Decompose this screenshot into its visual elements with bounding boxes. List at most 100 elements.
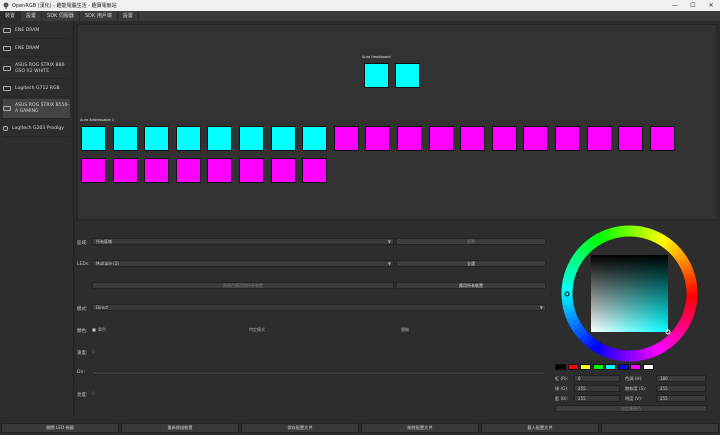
led-square[interactable] [460,126,486,151]
radio-single-color[interactable]: 單色 [92,327,106,333]
color-swatch[interactable] [580,364,591,370]
color-swatch[interactable] [592,364,604,370]
leds-select[interactable]: Multiple (2) ▼ [92,260,394,267]
device-item[interactable]: Logitech G203 Prodigy [3,121,70,137]
led-square[interactable] [555,126,580,151]
r-spinbox[interactable]: 0 [574,375,620,382]
radio-mode-specific[interactable]: 特定模式 [249,327,265,333]
v-value: 255 [660,396,668,401]
led-square[interactable] [302,126,328,151]
v-spinbox[interactable]: 255 [656,395,706,402]
led-square[interactable] [397,126,422,151]
led-square[interactable] [175,158,201,183]
led-square[interactable] [144,126,170,151]
mode-select[interactable]: Direct ▼ [92,304,546,311]
direction-slider[interactable] [92,371,546,375]
color-swatch[interactable] [630,364,641,370]
led-square[interactable] [81,158,106,183]
maximize-button[interactable]: ☐ [684,2,702,9]
device-item[interactable]: ENE DRAM [3,41,70,57]
profile-select[interactable] [601,423,719,433]
device-list: ENE DRAM ENE DRAM ASUS ROG STRIX B86 GSO… [0,21,74,417]
color-wheel[interactable] [552,222,717,362]
tab-sdk-server[interactable]: SDK 伺服器 [42,11,80,21]
keyboard-icon [3,86,11,91]
select-all-button[interactable]: 全選 [396,260,546,267]
close-button[interactable]: ✕ [702,2,720,9]
led-square[interactable] [239,126,264,151]
color-label: 顏色: [77,329,88,334]
led-square[interactable] [428,126,454,151]
zone-label-addressable: Aura Addressable 1 [80,118,115,122]
rescan-devices-button[interactable]: 重新掃描裝置 [121,423,239,433]
led-square[interactable] [302,158,328,183]
toggle-led-view-button[interactable]: 開關 LED 視圖 [1,423,119,433]
minimize-button[interactable]: — [666,2,684,9]
dir-label: Dir: [77,370,86,375]
delete-profile-button[interactable]: 刪除配置文件 [361,423,479,433]
tab-devices[interactable]: 裝置 [0,11,22,21]
apply-all-devices-button[interactable]: 將顏色應用到所有裝置 [92,282,394,289]
led-square[interactable] [112,126,138,151]
mouse-icon [3,126,8,131]
h-spinbox[interactable]: 180 [656,375,706,382]
led-square[interactable] [523,126,549,151]
led-square[interactable] [239,158,264,183]
device-label: ASUS ROG STRIX B86 GSO X2 WHITE [15,63,65,74]
apply-selected-button[interactable]: 應用所有裝置 [396,282,546,289]
led-square[interactable] [207,126,233,151]
color-swatch[interactable] [567,364,579,370]
app-logo-icon [3,2,9,9]
zone-label: 區域: [77,241,88,246]
led-square[interactable] [175,126,201,151]
color-swatch[interactable] [555,364,566,370]
color-swatch[interactable] [642,364,654,370]
led-square[interactable] [364,63,389,88]
leds-label: LEDs: [77,262,90,267]
resize-button[interactable]: 調整 [396,238,546,245]
led-square[interactable] [270,158,296,183]
b-spinbox[interactable]: 255 [574,395,620,402]
h-value: 180 [660,376,668,381]
led-square[interactable] [144,158,170,183]
tab-settings-2[interactable]: 設置 [118,11,139,21]
main-tabs: 裝置 設置 SDK 伺服器 SDK 用戶端 設置 [0,11,720,21]
saturation-value-shade [591,255,668,332]
device-label: ASUS ROG STRIX B550-A GAMING [15,103,70,114]
radio-label: 隨機 [401,327,409,332]
speed-label: 速度: [77,351,88,356]
led-square[interactable] [112,158,138,183]
device-label: Logitech G203 Prodigy [12,125,64,131]
load-profile-button[interactable]: 載入配置文件 [481,423,599,433]
s-value: 255 [660,386,668,391]
led-view: Aura Headboard Aura Addressable 1 [77,24,717,220]
g-spinbox[interactable]: 255 [574,385,620,392]
save-profile-button[interactable]: 保存配置文件 [241,423,359,433]
led-square[interactable] [207,158,233,183]
radio-random[interactable]: 隨機 [401,327,409,333]
custom-color-button[interactable]: 自定義顏色 [555,405,707,412]
led-square[interactable] [270,126,296,151]
device-item[interactable]: Logitech G712 RGB [3,81,70,97]
leds-select-value: Multiple (2) [96,261,119,266]
tab-settings[interactable]: 設置 [21,11,43,21]
radio-dot [92,328,96,332]
led-square[interactable] [649,126,675,151]
color-swatch[interactable] [605,364,616,370]
led-square[interactable] [491,126,517,151]
color-swatch[interactable] [617,364,629,370]
led-square[interactable] [333,126,359,151]
led-square[interactable] [81,126,106,151]
led-square[interactable] [586,126,612,151]
led-square[interactable] [618,126,644,151]
device-item[interactable]: ENE DRAM [3,23,70,39]
s-spinbox[interactable]: 255 [656,385,706,392]
led-square[interactable] [365,126,391,151]
led-square[interactable] [395,63,420,88]
tab-sdk-client[interactable]: SDK 用戶端 [80,11,118,21]
s-label: 飽和度 (S): [625,386,647,391]
chevron-down-icon: ▼ [387,239,391,244]
device-item[interactable]: ASUS ROG STRIX B550-A GAMING [3,99,70,119]
device-item[interactable]: ASUS ROG STRIX B86 GSO X2 WHITE [3,59,70,79]
zone-select[interactable]: 所有區域 ▼ [92,238,394,245]
